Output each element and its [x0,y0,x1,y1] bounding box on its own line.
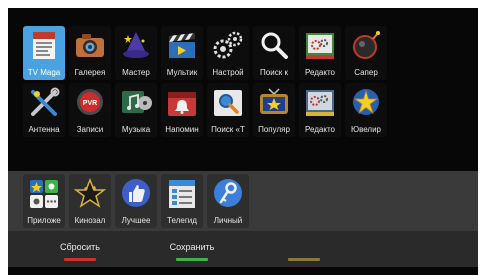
favorite-tile-personal[interactable]: Личный [207,174,249,228]
app-tile-editor-map[interactable]: Редакто [299,83,341,137]
save-button[interactable]: Сохранить [162,231,222,267]
app-label: Мультик [166,68,198,77]
app-tile-music[interactable]: Музыка [115,83,157,137]
jeweler-gem-icon [353,89,379,115]
app-tile-settings[interactable]: Настрой [207,26,249,80]
app-tile-jeweler[interactable]: Ювелир [345,83,387,137]
settings-gears-icon [213,31,243,59]
favorite-label: Приложе [27,216,61,225]
key-icon [214,179,242,207]
app-label: Галерея [74,68,106,77]
editor-gears-icon [306,33,334,59]
favorite-tile-tv-guide[interactable]: Телегид [161,174,203,228]
red-key-indicator [64,258,96,261]
app-tile-gallery[interactable]: Галерея [69,26,111,80]
thumbs-up-icon [122,179,150,207]
favorite-tile-apps[interactable]: Приложе [23,174,65,228]
cartoon-clapper-icon [169,33,195,58]
tv-magazine-icon [33,32,55,59]
minesweeper-icon [353,31,380,59]
app-tile-minesweeper[interactable]: Сапер [345,26,387,80]
reset-button[interactable]: Сбросить [52,231,108,267]
screen-edge-left [0,0,8,275]
app-label: Редакто [305,125,335,134]
app-label: Сапер [354,68,378,77]
app-label: Редакто [305,68,335,77]
app-label: Музыка [121,125,151,134]
app-label: Поиск к [260,68,288,77]
app-tile-popular[interactable]: Популяр [253,83,295,137]
favorite-tile-cinema[interactable]: Кинозал [69,174,111,228]
app-label: Мастер [122,68,150,77]
yellow-key-indicator [288,258,320,261]
reset-button-label: Сбросить [59,242,100,252]
app-label: Настрой [212,68,244,77]
pvr-badge-text: PVR [83,100,97,107]
favorite-tile-best[interactable]: Лучшее [115,174,157,228]
app-label: Популяр [258,125,290,134]
editor-map-icon [306,90,334,116]
app-label: Напомин [165,125,199,134]
yellow-key-button[interactable] [280,231,328,267]
app-label: Ювелир [350,125,381,134]
favorites-bar: Приложе Кинозал Лучшее Телегид Личный [8,171,478,231]
pvr-recordings-icon: PVR [77,89,103,115]
app-tile-antenna[interactable]: Антенна [23,83,65,137]
favorite-label: Лучшее [121,216,151,225]
app-label: Поиск «Т [211,125,245,134]
favorite-label: Телегид [167,216,197,225]
reminder-bell-icon [168,92,196,116]
app-tile-editor[interactable]: Редакто [299,26,341,80]
popular-tv-star-icon [260,88,288,114]
search-tv-icon [214,90,242,116]
gallery-camera-icon [76,34,104,57]
favorite-label: Кинозал [74,216,106,225]
app-tile-channel-search[interactable]: Поиск к [253,26,295,80]
tv-guide-icon [169,180,195,208]
app-label: TV Maga [27,68,61,77]
screen-edge-right [478,0,486,275]
footer-bar: Сбросить Сохранить [8,231,478,267]
wizard-hat-icon [123,32,149,58]
music-icon [122,91,152,113]
app-tile-tv-search[interactable]: Поиск «Т [207,83,249,137]
favorite-label: Личный [213,216,243,225]
app-tile-tv-magazine[interactable]: TV Maga [23,26,65,80]
app-tile-wizard[interactable]: Мастер [115,26,157,80]
save-button-label: Сохранить [169,242,215,252]
app-tile-recordings[interactable]: PVR Записи [69,83,111,137]
search-magnifier-icon [261,32,288,59]
app-tile-reminders[interactable]: Напомин [161,83,203,137]
app-label: Антенна [28,125,60,134]
screen-edge-top [0,0,486,8]
cinema-star-icon [73,177,107,208]
app-tile-cartoons[interactable]: Мультик [161,26,203,80]
app-label: Записи [76,125,104,134]
apps-grid-icon [30,180,58,208]
green-key-indicator [176,258,208,261]
antenna-tools-icon [31,87,60,116]
